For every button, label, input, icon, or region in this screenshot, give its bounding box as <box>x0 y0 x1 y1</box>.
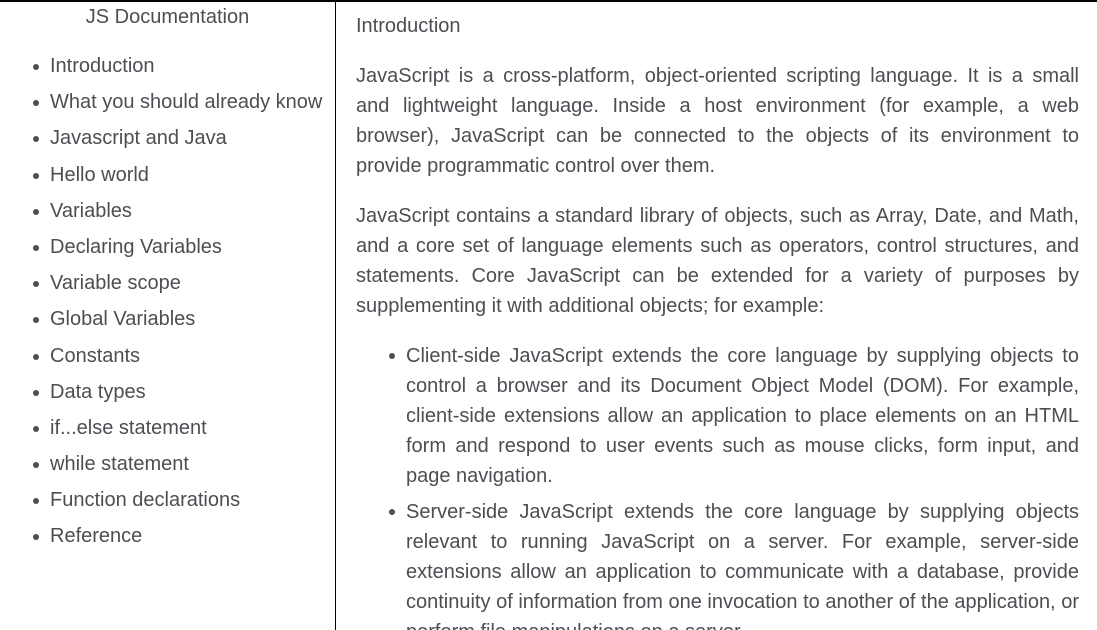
main-doc: Introduction JavaScript is a cross-platf… <box>356 11 1079 630</box>
bullet-icon <box>389 353 395 359</box>
navbar: JS Documentation Introduction What you s… <box>0 2 336 630</box>
nav-link-javascript-and-java[interactable]: Javascript and Java <box>50 126 227 150</box>
nav-link-while-statement[interactable]: while statement <box>50 452 189 476</box>
content-list: Client-side JavaScript extends the core … <box>356 341 1079 630</box>
nav-link-function-declarations[interactable]: Function declarations <box>50 488 240 512</box>
nav-link-introduction[interactable]: Introduction <box>50 54 155 78</box>
bullet-icon <box>33 534 39 541</box>
nav-link-global-variables[interactable]: Global Variables <box>50 307 195 331</box>
nav-link-reference[interactable]: Reference <box>50 524 142 548</box>
bullet-icon <box>33 425 39 432</box>
bullet-icon <box>33 281 39 288</box>
list-item-text: Server-side JavaScript extends the core … <box>406 501 1079 630</box>
list-item: Client-side JavaScript extends the core … <box>356 341 1079 491</box>
bullet-icon <box>33 462 39 469</box>
section-header: Introduction <box>356 15 461 37</box>
nav-link-constants[interactable]: Constants <box>50 344 140 368</box>
bullet-icon <box>33 136 39 143</box>
bullet-icon <box>33 64 39 70</box>
nav-link-if-else-statement[interactable]: if...else statement <box>50 416 207 440</box>
list-item-text: Client-side JavaScript extends the core … <box>406 345 1079 487</box>
bullet-icon <box>33 172 39 179</box>
nav-link-declaring-variables[interactable]: Declaring Variables <box>50 235 222 259</box>
nav-link-what-you-should-already-know[interactable]: What you should already know <box>50 90 322 114</box>
nav-link-hello-world[interactable]: Hello world <box>50 163 149 187</box>
navbar-title: JS Documentation <box>85 6 250 28</box>
paragraph: JavaScript is a cross-platform, object-o… <box>356 65 1079 177</box>
paragraph: JavaScript contains a standard library o… <box>356 205 1079 317</box>
bullet-icon <box>33 498 39 505</box>
section-introduction: Introduction JavaScript is a cross-platf… <box>356 11 1079 630</box>
bullet-icon <box>33 100 39 107</box>
nav-link-variables[interactable]: Variables <box>50 199 132 223</box>
nav-link-variable-scope[interactable]: Variable scope <box>50 271 181 295</box>
bullet-icon <box>389 509 395 515</box>
bullet-icon <box>33 353 39 360</box>
list-item: Server-side JavaScript extends the core … <box>356 497 1079 630</box>
nav-link-data-types[interactable]: Data types <box>50 380 146 404</box>
bullet-icon <box>33 389 39 396</box>
bullet-icon <box>33 244 39 251</box>
bullet-icon <box>33 317 39 324</box>
bullet-icon <box>33 208 39 215</box>
